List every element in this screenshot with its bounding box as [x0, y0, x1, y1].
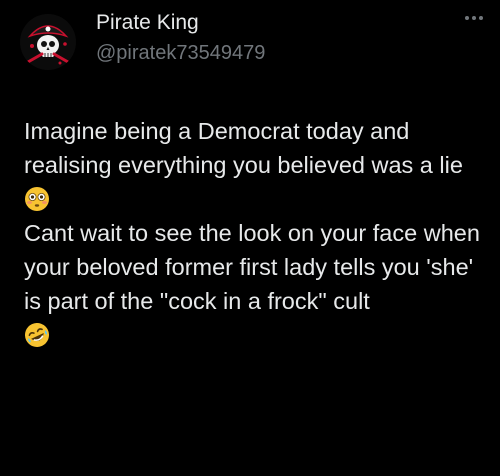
- author-handle[interactable]: @piratek73549479: [96, 42, 265, 65]
- more-horizontal-icon: [465, 16, 483, 20]
- rolling-on-floor-laughing-emoji-icon: [25, 323, 49, 347]
- flushed-face-emoji-icon: [25, 187, 49, 211]
- tweet-paragraph: Imagine being a Democrat today and reali…: [24, 118, 463, 178]
- author-display-name[interactable]: Pirate King: [96, 11, 199, 35]
- tweet-body: Imagine being a Democrat today and reali…: [24, 114, 494, 352]
- pirate-skull-icon: [20, 14, 76, 70]
- more-options-button[interactable]: [458, 6, 490, 30]
- emoji-line: [24, 318, 494, 352]
- tweet-card: Pirate King @piratek73549479 Imagine bei…: [0, 0, 500, 476]
- emoji-line: [24, 182, 494, 216]
- tweet-paragraph: Cant wait to see the look on your face w…: [24, 220, 480, 314]
- author-avatar[interactable]: [20, 14, 76, 70]
